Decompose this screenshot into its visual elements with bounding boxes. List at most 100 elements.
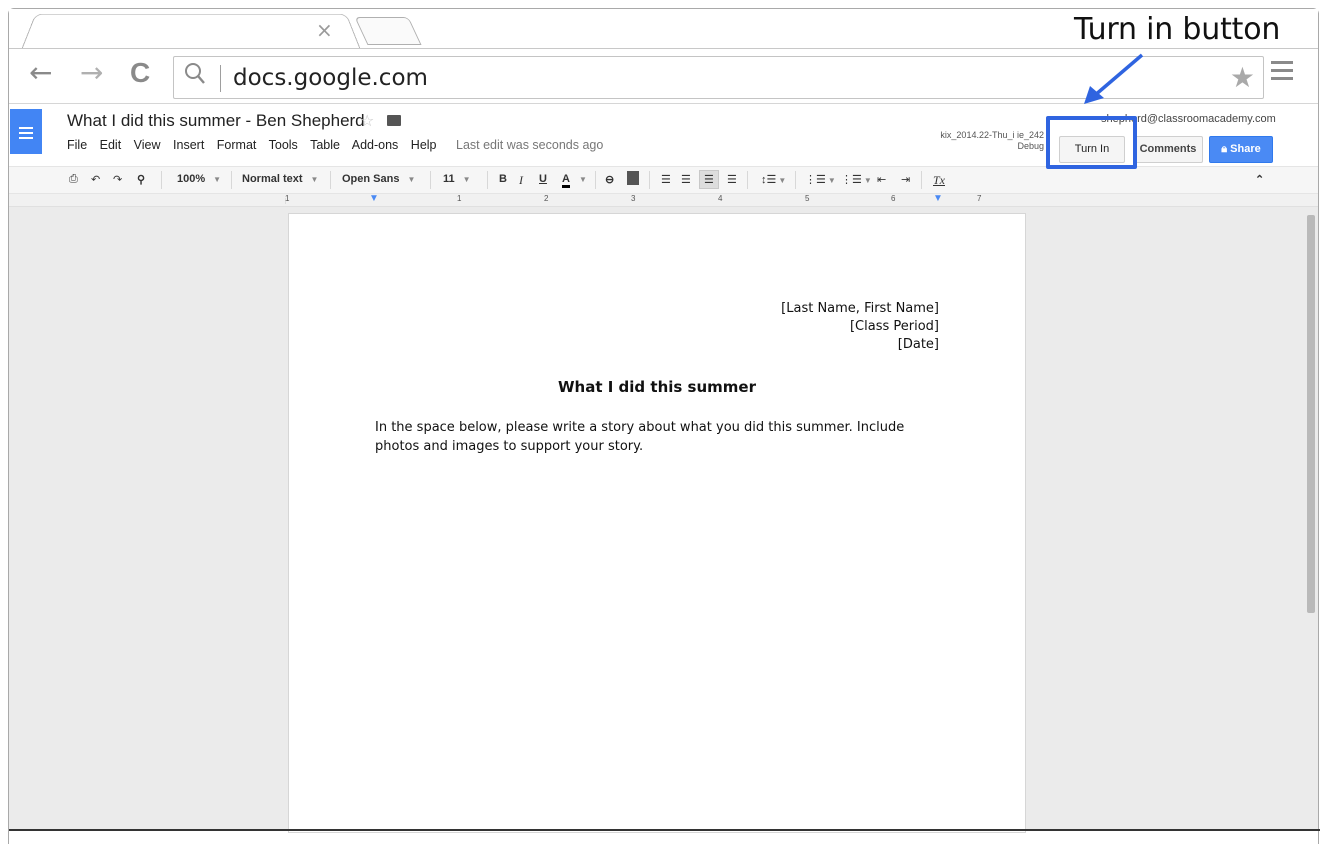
star-icon[interactable]: ☆ bbox=[360, 111, 374, 130]
toolbar-separator bbox=[747, 171, 748, 189]
build-mode: Debug bbox=[1017, 141, 1044, 151]
align-center-icon[interactable]: ☰ bbox=[681, 173, 691, 186]
menu-edit[interactable]: Edit bbox=[100, 138, 122, 152]
vertical-scrollbar[interactable] bbox=[1307, 215, 1315, 613]
toolbar-separator bbox=[161, 171, 162, 189]
search-icon bbox=[184, 61, 206, 94]
chevron-down-icon: ▼ bbox=[213, 175, 222, 184]
numbered-list-icon[interactable]: ⋮☰ ▼ bbox=[805, 173, 836, 186]
document-page[interactable]: [Last Name, First Name] [Class Period] [… bbox=[288, 213, 1026, 833]
ruler-number: 1 bbox=[457, 194, 462, 203]
window-bottom-edge bbox=[9, 829, 1320, 831]
redo-icon[interactable]: ↷ bbox=[113, 173, 122, 186]
format-toolbar: ⎙ ↶ ↷ ⚲ 100% ▼ Normal text ▼ Open Sans ▼ 11… bbox=[9, 166, 1318, 194]
font-size-select[interactable]: 11 ▼ bbox=[443, 173, 471, 185]
print-icon[interactable]: ⎙ bbox=[69, 173, 78, 186]
annotation-label: Turn in button bbox=[1074, 12, 1281, 47]
bulleted-list-icon[interactable]: ⋮☰ ▼ bbox=[841, 173, 872, 186]
clear-formatting-icon[interactable]: Tx bbox=[933, 173, 945, 188]
italic-button[interactable]: I bbox=[519, 173, 523, 188]
toolbar-separator bbox=[649, 171, 650, 189]
build-info: kix_2014.22-Thu_i ie_242 Debug bbox=[919, 130, 1044, 152]
style-value: Normal text bbox=[242, 173, 303, 185]
share-button[interactable]: 🔒︎ Share bbox=[1209, 136, 1273, 163]
reload-icon[interactable]: C bbox=[130, 58, 150, 88]
lock-icon: 🔒︎ bbox=[1221, 143, 1231, 155]
menu-add-ons[interactable]: Add-ons bbox=[352, 138, 399, 152]
chevron-down-icon: ▼ bbox=[310, 175, 319, 184]
collapse-toolbar-icon[interactable]: ⌃ bbox=[1255, 173, 1264, 186]
ruler-number: 7 bbox=[977, 194, 982, 203]
period-line: [Class Period] bbox=[849, 319, 939, 334]
menu-view[interactable]: View bbox=[134, 138, 161, 152]
build-version: kix_2014.22-Thu_i ie_242 bbox=[940, 130, 1044, 140]
browser-menu-icon[interactable] bbox=[1271, 61, 1293, 85]
toolbar-separator bbox=[430, 171, 431, 189]
bookmark-star-icon[interactable]: ★ bbox=[1230, 61, 1255, 94]
menu-file[interactable]: File bbox=[67, 138, 87, 152]
style-select[interactable]: Normal text ▼ bbox=[242, 173, 318, 185]
right-indent-marker-icon[interactable]: ▼ bbox=[933, 193, 943, 204]
screenshot-root: × ← → C docs.google.com ★ What I did thi… bbox=[0, 0, 1327, 844]
document-body: In the space below, please write a story… bbox=[375, 420, 905, 454]
ruler-number: 6 bbox=[891, 194, 896, 203]
comment-icon[interactable] bbox=[627, 171, 639, 185]
line-spacing-icon[interactable]: ↕☰ ▼ bbox=[761, 173, 786, 186]
ruler-track bbox=[285, 198, 1031, 204]
student-header: [Last Name, First Name] [Class Period] [… bbox=[781, 300, 939, 354]
ruler: 1 ▼ 1 2 3 4 5 6 ▼ 7 bbox=[9, 193, 1318, 207]
font-size-value: 11 bbox=[443, 173, 455, 185]
docs-logo-icon[interactable] bbox=[10, 109, 42, 154]
new-tab-button[interactable] bbox=[354, 17, 422, 45]
increase-indent-icon[interactable]: ⇥ bbox=[901, 173, 910, 186]
menu-bar: File Edit View Insert Format Tools Table… bbox=[67, 138, 612, 152]
decrease-indent-icon[interactable]: ⇤ bbox=[877, 173, 886, 186]
paint-format-icon[interactable]: ⚲ bbox=[137, 173, 145, 186]
address-divider bbox=[220, 65, 221, 92]
menu-format[interactable]: Format bbox=[217, 138, 257, 152]
align-justify-icon[interactable]: ☰ bbox=[727, 173, 737, 186]
zoom-select[interactable]: 100% ▼ bbox=[177, 173, 221, 185]
toolbar-separator bbox=[921, 171, 922, 189]
ruler-number: 4 bbox=[718, 194, 723, 203]
browser-tab[interactable] bbox=[21, 13, 361, 51]
share-label: Share bbox=[1230, 143, 1261, 155]
underline-button[interactable]: U bbox=[539, 173, 547, 185]
menu-help[interactable]: Help bbox=[411, 138, 437, 152]
tab-close-icon[interactable]: × bbox=[316, 18, 333, 42]
text-color-button[interactable]: A bbox=[562, 173, 570, 188]
indent-marker-icon[interactable]: ▼ bbox=[369, 193, 379, 204]
chevron-down-icon: ▼ bbox=[407, 175, 416, 184]
toolbar-separator bbox=[487, 171, 488, 189]
toolbar-separator bbox=[795, 171, 796, 189]
document-canvas: [Last Name, First Name] [Class Period] [… bbox=[9, 207, 1318, 833]
align-left-icon[interactable]: ☰ bbox=[661, 173, 671, 186]
document-title[interactable]: What I did this summer - Ben Shepherd bbox=[67, 111, 365, 131]
font-select[interactable]: Open Sans ▼ bbox=[342, 173, 415, 185]
last-edit-status[interactable]: Last edit was seconds ago bbox=[456, 138, 603, 152]
forward-arrow-icon[interactable]: → bbox=[80, 58, 103, 88]
comments-button[interactable]: Comments bbox=[1133, 136, 1203, 163]
toolbar-separator bbox=[231, 171, 232, 189]
menu-table[interactable]: Table bbox=[310, 138, 340, 152]
link-icon[interactable]: ⊖ bbox=[605, 173, 614, 186]
back-arrow-icon[interactable]: ← bbox=[29, 58, 52, 88]
menu-tools[interactable]: Tools bbox=[269, 138, 298, 152]
font-value: Open Sans bbox=[342, 173, 400, 185]
turn-in-highlight-box bbox=[1046, 116, 1137, 169]
document-heading: What I did this summer bbox=[558, 378, 756, 396]
folder-icon[interactable] bbox=[387, 115, 401, 126]
bold-button[interactable]: B bbox=[499, 173, 507, 185]
chevron-down-icon: ▼ bbox=[462, 175, 471, 184]
date-line: [Date] bbox=[897, 337, 939, 352]
chevron-down-icon[interactable]: ▼ bbox=[579, 173, 587, 185]
ruler-number: 3 bbox=[631, 194, 636, 203]
toolbar-separator bbox=[595, 171, 596, 189]
toolbar-separator bbox=[330, 171, 331, 189]
undo-icon[interactable]: ↶ bbox=[91, 173, 100, 186]
zoom-value: 100% bbox=[177, 173, 206, 185]
menu-insert[interactable]: Insert bbox=[173, 138, 204, 152]
align-right-icon[interactable]: ☰ bbox=[699, 170, 719, 189]
url-text[interactable]: docs.google.com bbox=[233, 65, 428, 91]
name-line: [Last Name, First Name] bbox=[781, 301, 939, 316]
